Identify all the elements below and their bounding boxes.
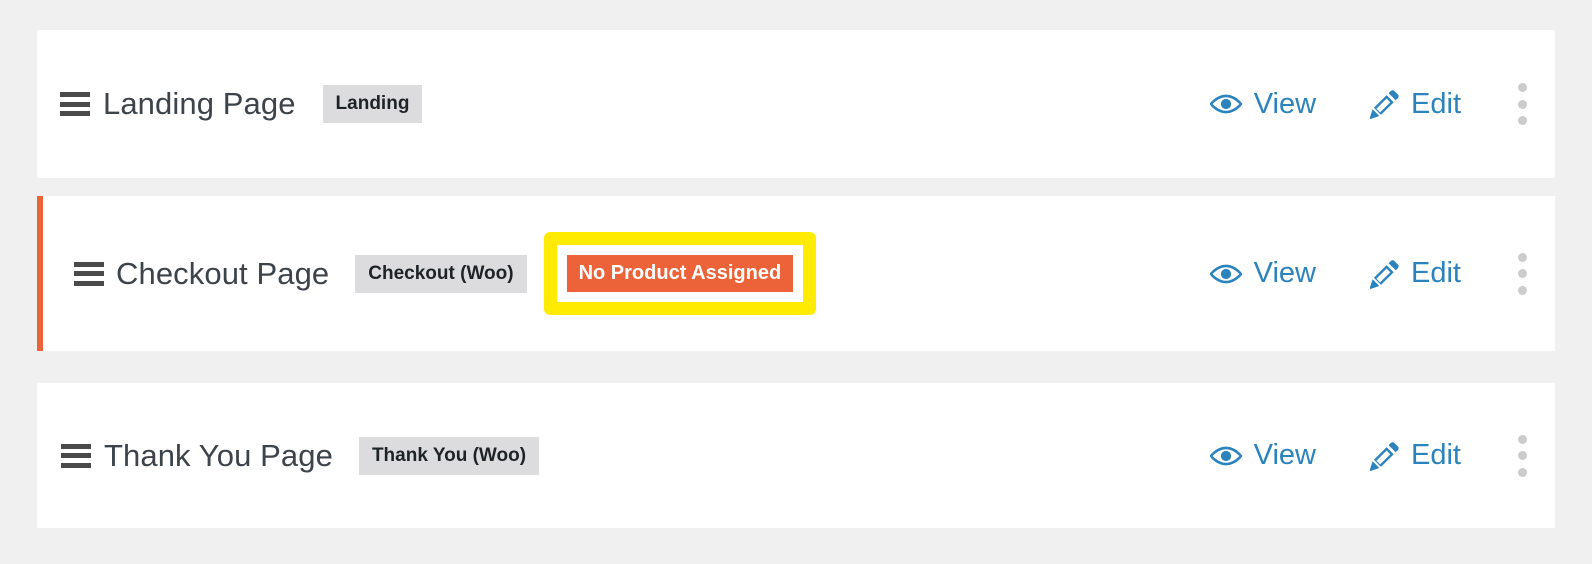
- kebab-dot: [1517, 83, 1527, 92]
- step-type-badge: Thank You (Woo): [358, 436, 540, 475]
- step-type-badge: Checkout (Woo): [355, 254, 527, 293]
- step-title: Checkout Page: [116, 255, 330, 291]
- annotation-highlight-box: No Product Assigned: [543, 232, 817, 315]
- kebab-menu-icon[interactable]: [1507, 251, 1537, 297]
- step-actions: View Edit: [1209, 81, 1555, 127]
- step-actions: View Edit: [1209, 433, 1555, 479]
- kebab-menu-icon[interactable]: [1507, 81, 1537, 127]
- kebab-dot: [1517, 285, 1527, 295]
- hamburger-drag-icon[interactable]: [74, 261, 104, 286]
- drag-bar: [74, 280, 104, 286]
- step-title: Thank You Page: [104, 437, 333, 473]
- drag-bar: [61, 462, 91, 468]
- edit-button[interactable]: Edit: [1368, 88, 1461, 121]
- kebab-dot: [1517, 116, 1527, 125]
- kebab-menu-icon[interactable]: [1507, 433, 1537, 479]
- kebab-dot: [1517, 467, 1527, 477]
- kebab-dot: [1517, 269, 1527, 278]
- view-label: View: [1253, 257, 1317, 289]
- drag-bar: [74, 271, 104, 276]
- step-actions: View Edit: [1209, 251, 1555, 297]
- edit-label: Edit: [1411, 257, 1461, 289]
- eye-icon: [1209, 444, 1243, 468]
- step-type-badge: Landing: [322, 85, 423, 123]
- step-left-cluster: Thank You Page Thank You (Woo): [37, 436, 874, 475]
- drag-bar: [74, 261, 104, 267]
- view-label: View: [1253, 439, 1317, 471]
- edit-button[interactable]: Edit: [1368, 439, 1461, 472]
- eye-icon: [1209, 262, 1243, 286]
- drag-bar: [60, 92, 90, 97]
- view-label: View: [1253, 87, 1317, 120]
- drag-bar: [61, 453, 91, 458]
- hamburger-drag-icon[interactable]: [60, 92, 90, 116]
- kebab-dot: [1517, 451, 1527, 460]
- drag-bar: [60, 101, 90, 107]
- step-title: Landing Page: [103, 86, 296, 121]
- edit-label: Edit: [1411, 87, 1462, 120]
- view-button[interactable]: View: [1209, 257, 1316, 290]
- drag-bar: [60, 111, 90, 116]
- view-button[interactable]: View: [1209, 439, 1316, 472]
- drag-bar: [61, 443, 91, 449]
- pencil-icon: [1368, 440, 1400, 472]
- kebab-dot: [1517, 434, 1527, 444]
- kebab-dot: [1517, 99, 1527, 109]
- funnel-step-row[interactable]: Landing Page Landing View Edit: [37, 30, 1555, 178]
- pencil-icon: [1368, 88, 1400, 120]
- step-left-cluster: Landing Page Landing: [37, 85, 816, 123]
- edit-button[interactable]: Edit: [1368, 257, 1461, 290]
- edit-label: Edit: [1411, 439, 1461, 471]
- kebab-dot: [1517, 252, 1527, 262]
- hamburger-drag-icon[interactable]: [61, 443, 91, 468]
- funnel-step-row[interactable]: Checkout Page Checkout (Woo) No Product …: [37, 196, 1555, 351]
- no-product-assigned-badge[interactable]: No Product Assigned: [566, 255, 794, 292]
- step-left-cluster: Checkout Page Checkout (Woo) No Product …: [43, 232, 1012, 315]
- eye-icon: [1209, 92, 1243, 116]
- view-button[interactable]: View: [1209, 88, 1316, 121]
- pencil-icon: [1368, 258, 1400, 290]
- funnel-step-row[interactable]: Thank You Page Thank You (Woo) View Edit: [37, 383, 1555, 528]
- funnel-steps-list: Landing Page Landing View Edit Checkout …: [37, 0, 1555, 528]
